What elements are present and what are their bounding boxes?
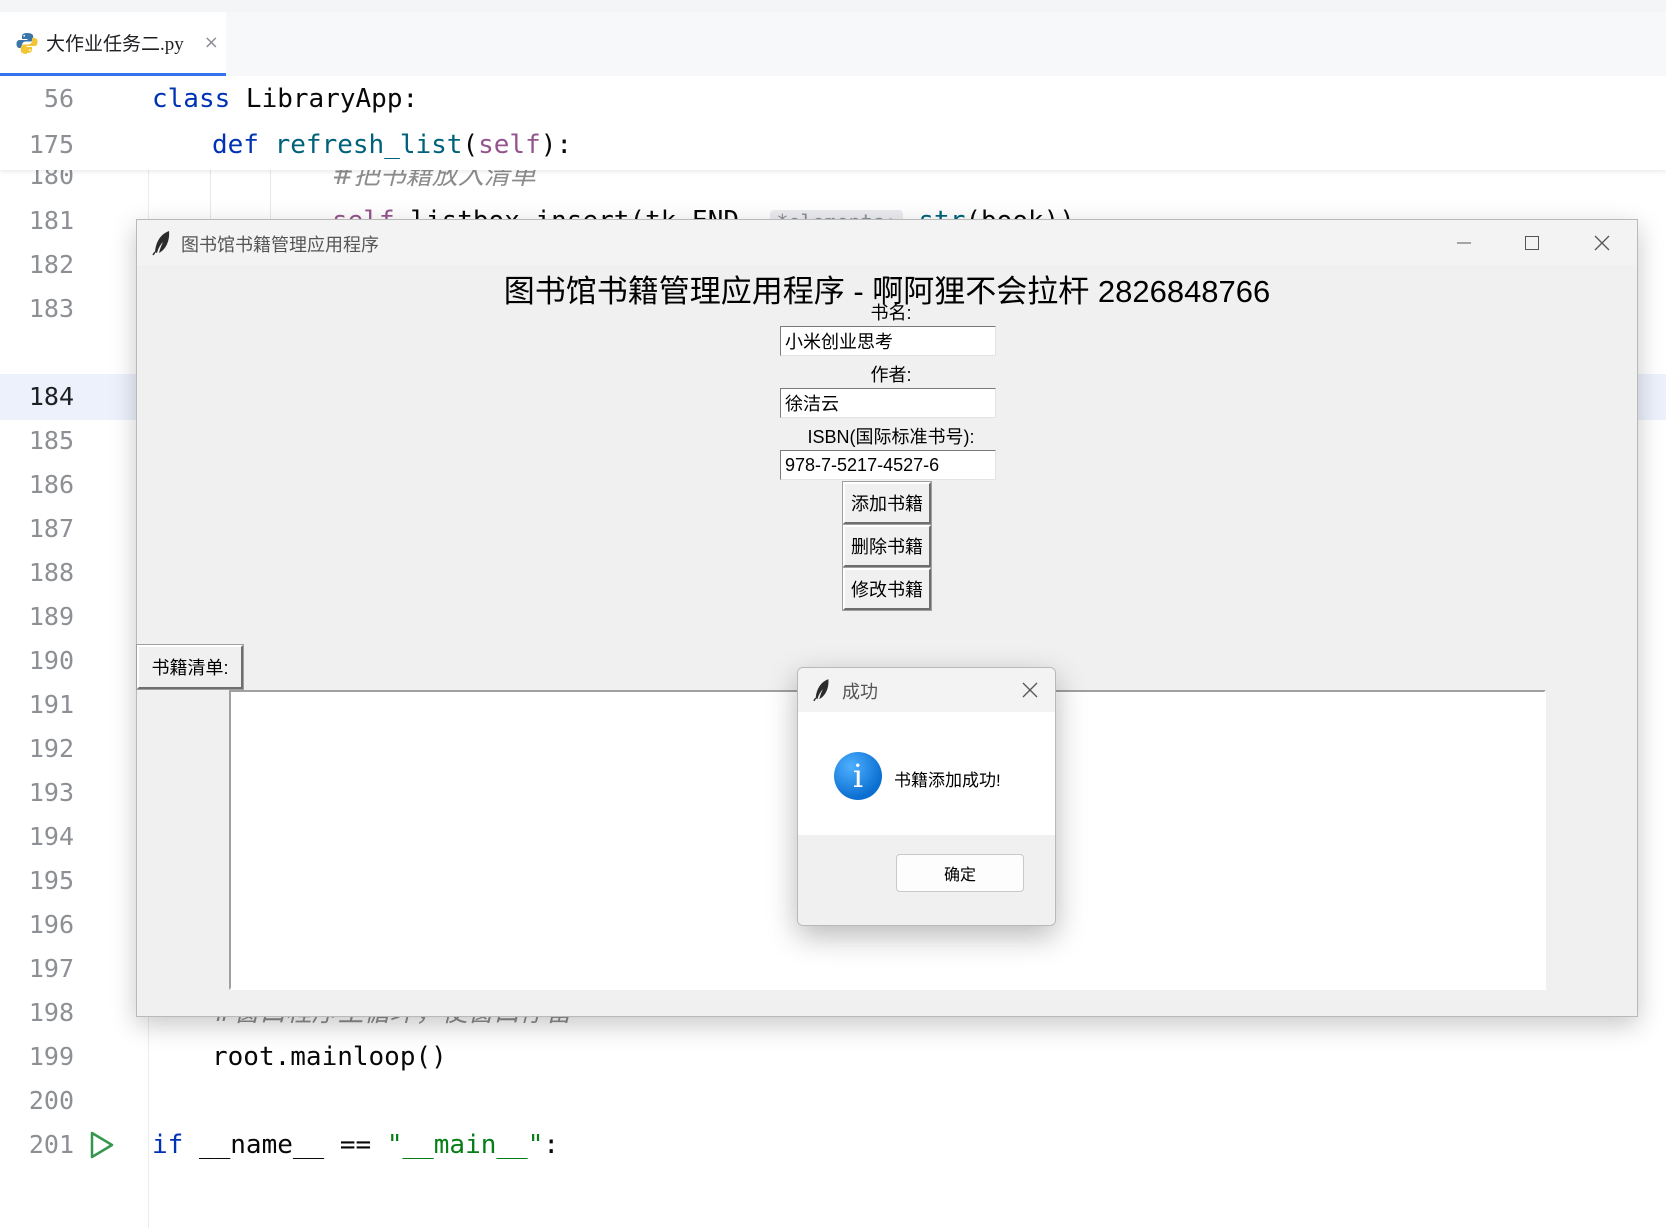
line-number: 195 xyxy=(28,866,74,895)
line-number: 181 xyxy=(28,206,74,235)
close-icon xyxy=(1022,682,1038,698)
line-number: 191 xyxy=(28,690,74,719)
run-icon[interactable] xyxy=(86,1130,116,1160)
feather-icon xyxy=(813,679,829,702)
sticky-scroll-header: 56 class LibraryApp: 175 def refresh_list(s… xyxy=(0,76,1666,170)
ok-button[interactable]: 确定 xyxy=(896,854,1024,892)
dialog-footer: 确定 xyxy=(798,835,1055,925)
line-number: 183 xyxy=(28,294,74,323)
code-line[interactable]: 201 if __name__ == "__main__": xyxy=(0,1122,1666,1168)
code-text: class LibraryApp: xyxy=(152,84,419,114)
code-line[interactable]: 199 root.mainloop() xyxy=(0,1034,1666,1080)
delete-book-button[interactable]: 删除书籍 xyxy=(842,524,932,568)
isbn-input[interactable] xyxy=(780,450,996,480)
info-icon: i xyxy=(834,752,882,800)
minimize-button[interactable] xyxy=(1430,220,1498,265)
tk-window-title: 图书馆书籍管理应用程序 xyxy=(181,235,379,255)
code-line[interactable]: 175 def refresh_list(self): xyxy=(0,122,1666,168)
line-number: 198 xyxy=(28,998,74,1027)
python-icon xyxy=(16,32,38,54)
dialog-message: 书籍添加成功! xyxy=(894,771,1001,790)
code-line[interactable]: 56 class LibraryApp: xyxy=(0,76,1666,122)
code-line[interactable]: 200 xyxy=(0,1078,1666,1124)
line-number: 193 xyxy=(28,778,74,807)
line-number: 182 xyxy=(28,250,74,279)
dialog-title: 成功 xyxy=(842,682,878,702)
line-number: 187 xyxy=(28,514,74,543)
line-number: 189 xyxy=(28,602,74,631)
minimize-icon xyxy=(1457,242,1471,243)
add-book-button[interactable]: 添加书籍 xyxy=(842,481,932,525)
line-number: 200 xyxy=(28,1086,74,1115)
dialog-body: i 书籍添加成功! xyxy=(798,712,1055,835)
tab-filename: 大作业任务二.py xyxy=(46,34,184,55)
author-input[interactable] xyxy=(780,388,996,418)
maximize-button[interactable] xyxy=(1498,220,1566,265)
line-number: 196 xyxy=(28,910,74,939)
line-number: 56 xyxy=(43,84,74,113)
tab-file[interactable]: 大作业任务二.py × xyxy=(0,12,226,76)
line-number: 194 xyxy=(28,822,74,851)
line-number: 175 xyxy=(28,130,74,159)
success-dialog: 成功 i 书籍添加成功! 确定 xyxy=(797,667,1056,926)
code-text: root.mainloop() xyxy=(212,1042,447,1072)
title-input[interactable] xyxy=(780,326,996,356)
line-number: 185 xyxy=(28,426,74,455)
feather-icon xyxy=(152,231,170,256)
line-number: 188 xyxy=(28,558,74,587)
line-number: 186 xyxy=(28,470,74,499)
line-number: 184 xyxy=(28,382,74,411)
line-number: 201 xyxy=(28,1130,74,1159)
edit-book-button[interactable]: 修改书籍 xyxy=(842,567,932,611)
title-label: 书名: xyxy=(870,303,912,323)
line-number: 192 xyxy=(28,734,74,763)
dialog-close-button[interactable] xyxy=(1005,668,1055,712)
code-text: if __name__ == "__main__": xyxy=(152,1130,560,1160)
line-number: 190 xyxy=(28,646,74,675)
book-list-label-button[interactable]: 书籍清单: xyxy=(136,644,244,690)
close-button[interactable] xyxy=(1568,220,1636,265)
line-number: 197 xyxy=(28,954,74,983)
editor-tab-bar xyxy=(0,12,1666,77)
tab-close-icon[interactable]: × xyxy=(204,32,219,53)
line-number: 199 xyxy=(28,1042,74,1071)
code-text: def refresh_list(self): xyxy=(212,130,573,160)
close-icon xyxy=(1594,235,1610,250)
maximize-icon xyxy=(1525,235,1539,250)
isbn-label: ISBN(国际标准书号): xyxy=(807,427,975,447)
dialog-titlebar[interactable]: 成功 xyxy=(798,668,1055,712)
tk-titlebar[interactable]: 图书馆书籍管理应用程序 xyxy=(137,220,1637,265)
author-label: 作者: xyxy=(870,365,912,385)
